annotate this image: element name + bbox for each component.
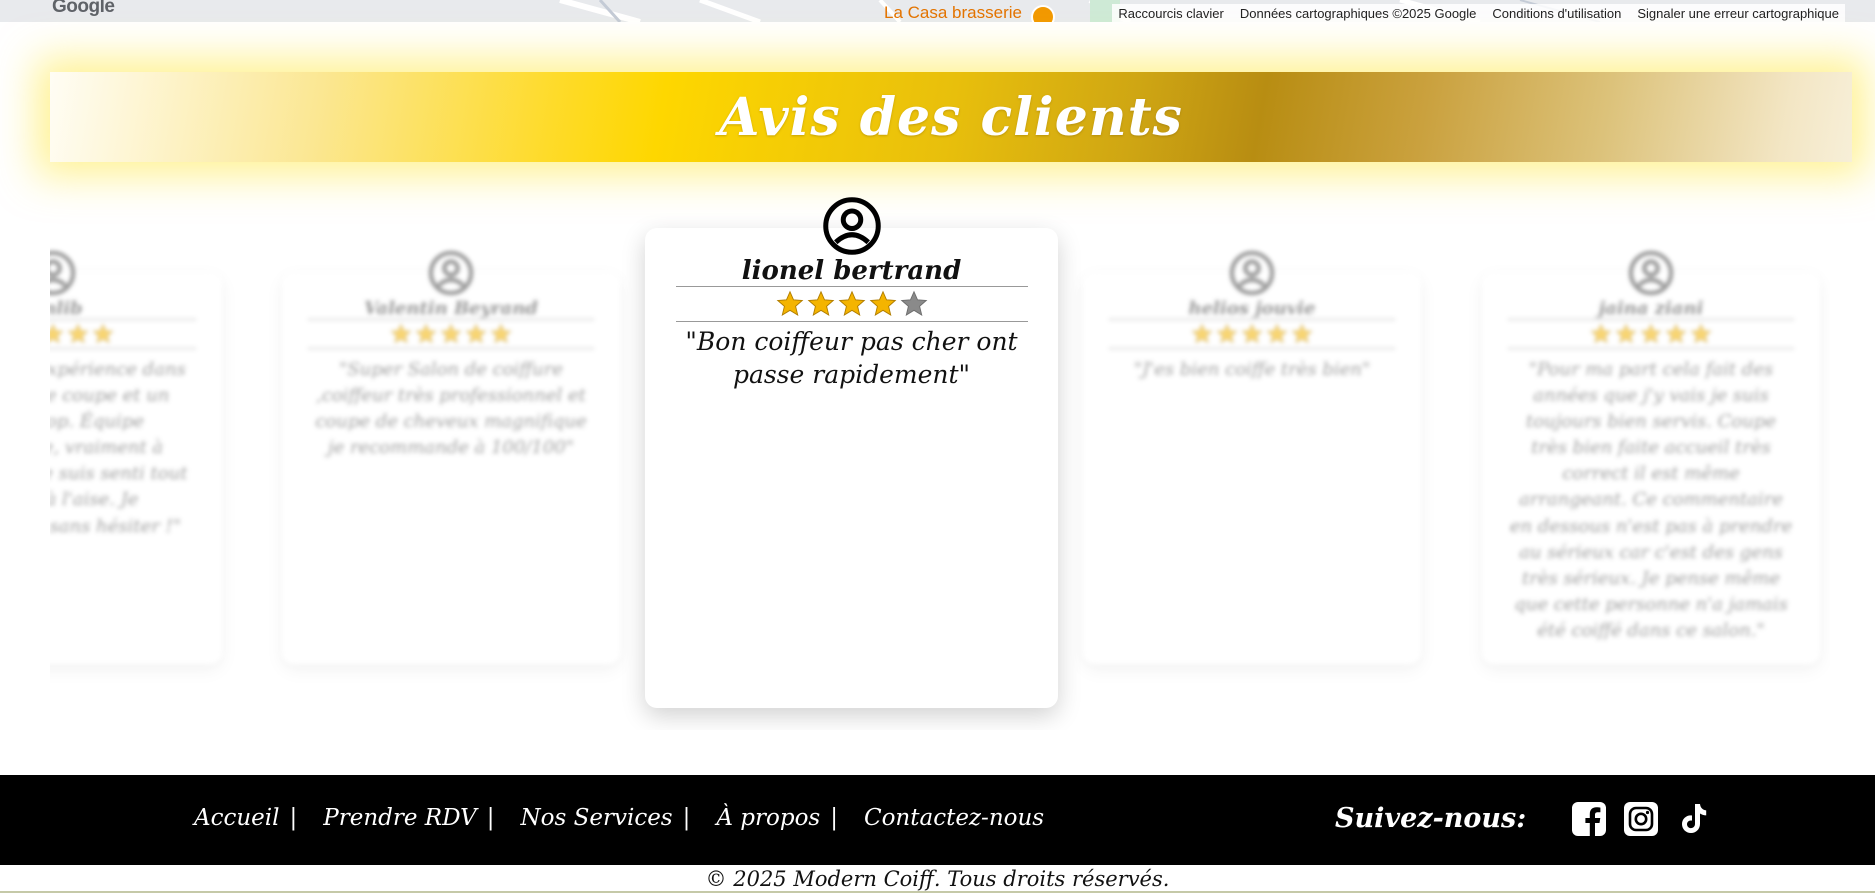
nav-link-accueil[interactable]: Accueil [194,805,280,831]
copyright-text: © 2025 Modern Coiff. Tous droits réservé… [0,865,1875,893]
star-filled-icon [490,323,512,344]
rating-star [1615,323,1637,345]
star-rating [50,320,222,348]
rating-star [1690,323,1712,345]
rating-star [1291,323,1313,345]
reviewer-name: Amlib [50,298,83,319]
rating-star [1241,323,1263,345]
star-filled-icon [1690,323,1712,344]
nav-separator: | [289,805,298,831]
reviewer-name: helios jouvie [1188,298,1316,319]
rating-star [440,323,462,345]
review-card-active[interactable]: lionel bertrand "Bon coiffeur pas cher o… [645,197,1058,708]
map-embed[interactable]: Google La Casa brasserie Raccourcis clav… [0,0,1875,22]
star-rating [1482,320,1820,348]
rating-star [1590,323,1612,345]
review-comment: "Très bonne expérience dans ce salon, un… [50,359,188,537]
google-logo: Google [52,0,115,17]
rating-star [390,323,412,345]
star-filled-icon [415,323,437,344]
footer-nav: Accueil | Prendre RDV | Nos Services | À… [194,805,1044,831]
tiktok-icon[interactable] [1675,801,1711,837]
rating-star [415,323,437,345]
star-filled-icon [1615,323,1637,344]
star-filled-icon [776,290,803,316]
star-filled-icon [838,290,865,316]
rating-star [67,323,89,345]
star-empty-icon [900,290,927,316]
star-rating [645,287,1058,321]
map-attribution: Raccourcis clavier Données cartographiqu… [1112,4,1845,22]
rating-star [869,290,897,318]
review-card[interactable]: Valentin Beyrand "Super Salon de coiffur… [282,250,620,664]
star-filled-icon [440,323,462,344]
restaurant-pin-icon[interactable] [1031,5,1055,22]
rating-star [900,290,928,318]
map-poi-label[interactable]: La Casa brasserie [884,3,1022,22]
instagram-icon[interactable] [1623,801,1659,837]
rating-star [838,290,866,318]
star-rating [282,320,620,348]
map-data-label: Données cartographiques ©2025 Google [1239,5,1477,21]
nav-link-nos-services[interactable]: Nos Services [521,805,673,831]
rating-star [776,290,804,318]
nav-link-prendre-rdv[interactable]: Prendre RDV [323,805,477,831]
review-comment: "J'es bien coiffe très bien" [1133,359,1371,380]
review-comment: "Pour ma part cela fait des années que j… [1509,359,1793,641]
star-rating [1083,320,1421,348]
star-filled-icon [1291,323,1313,344]
rating-star [50,323,64,345]
rating-star [1640,323,1662,345]
terms-link[interactable]: Conditions d'utilisation [1492,6,1621,21]
rating-star [1191,323,1213,345]
follow-label: Suivez-nous: [1335,803,1527,834]
rating-star [1266,323,1288,345]
report-error-link[interactable]: Signaler une erreur cartographique [1637,6,1839,21]
review-comment: "Super Salon de coiffure ,coiffeur très … [315,359,587,459]
rating-star [490,323,512,345]
star-filled-icon [92,323,114,344]
rating-star [92,323,114,345]
star-filled-icon [1665,323,1687,344]
reviews-banner: Avis des clients [50,72,1852,162]
star-filled-icon [1266,323,1288,344]
review-card[interactable]: jaina ziani "Pour ma part cela fait des … [1482,250,1820,664]
keyboard-shortcuts-link[interactable]: Raccourcis clavier [1118,6,1223,21]
section-title: Avis des clients [719,86,1183,148]
reviewer-name: Valentin Beyrand [364,298,538,319]
reviews-carousel[interactable]: Amlib "Très bonne expérience dans ce sal… [50,190,1830,730]
star-filled-icon [390,323,412,344]
star-filled-icon [1191,323,1213,344]
star-filled-icon [1590,323,1612,344]
star-filled-icon [1640,323,1662,344]
nav-link-a-propos[interactable]: À propos [716,805,820,831]
star-filled-icon [869,290,896,316]
review-comment: "Bon coiffeur pas cher ont passe rapidem… [685,327,1018,389]
rating-star [807,290,835,318]
review-card[interactable]: Amlib "Très bonne expérience dans ce sal… [50,250,222,664]
reviewer-name: jaina ziani [1598,298,1704,319]
star-filled-icon [807,290,834,316]
nav-link-contactez-nous[interactable]: Contactez-nous [864,805,1044,831]
rating-star [1665,323,1687,345]
star-filled-icon [1241,323,1263,344]
user-avatar-icon [822,197,881,255]
user-avatar-icon [1628,250,1674,296]
site-footer: Accueil | Prendre RDV | Nos Services | À… [0,775,1875,865]
nav-separator: | [830,805,838,831]
star-filled-icon [67,323,89,344]
user-avatar-icon [1229,250,1275,296]
user-avatar-icon [428,250,474,296]
star-filled-icon [1216,323,1238,344]
star-filled-icon [465,323,487,344]
rating-star [1216,323,1238,345]
nav-separator: | [486,805,495,831]
user-avatar-icon [50,250,76,296]
review-card[interactable]: helios jouvie "J'es bien coiffe très bie… [1083,250,1421,664]
rating-star [465,323,487,345]
facebook-icon[interactable] [1571,801,1607,837]
reviewer-name: lionel bertrand [741,256,962,286]
star-filled-icon [50,323,64,344]
nav-separator: | [682,805,691,831]
